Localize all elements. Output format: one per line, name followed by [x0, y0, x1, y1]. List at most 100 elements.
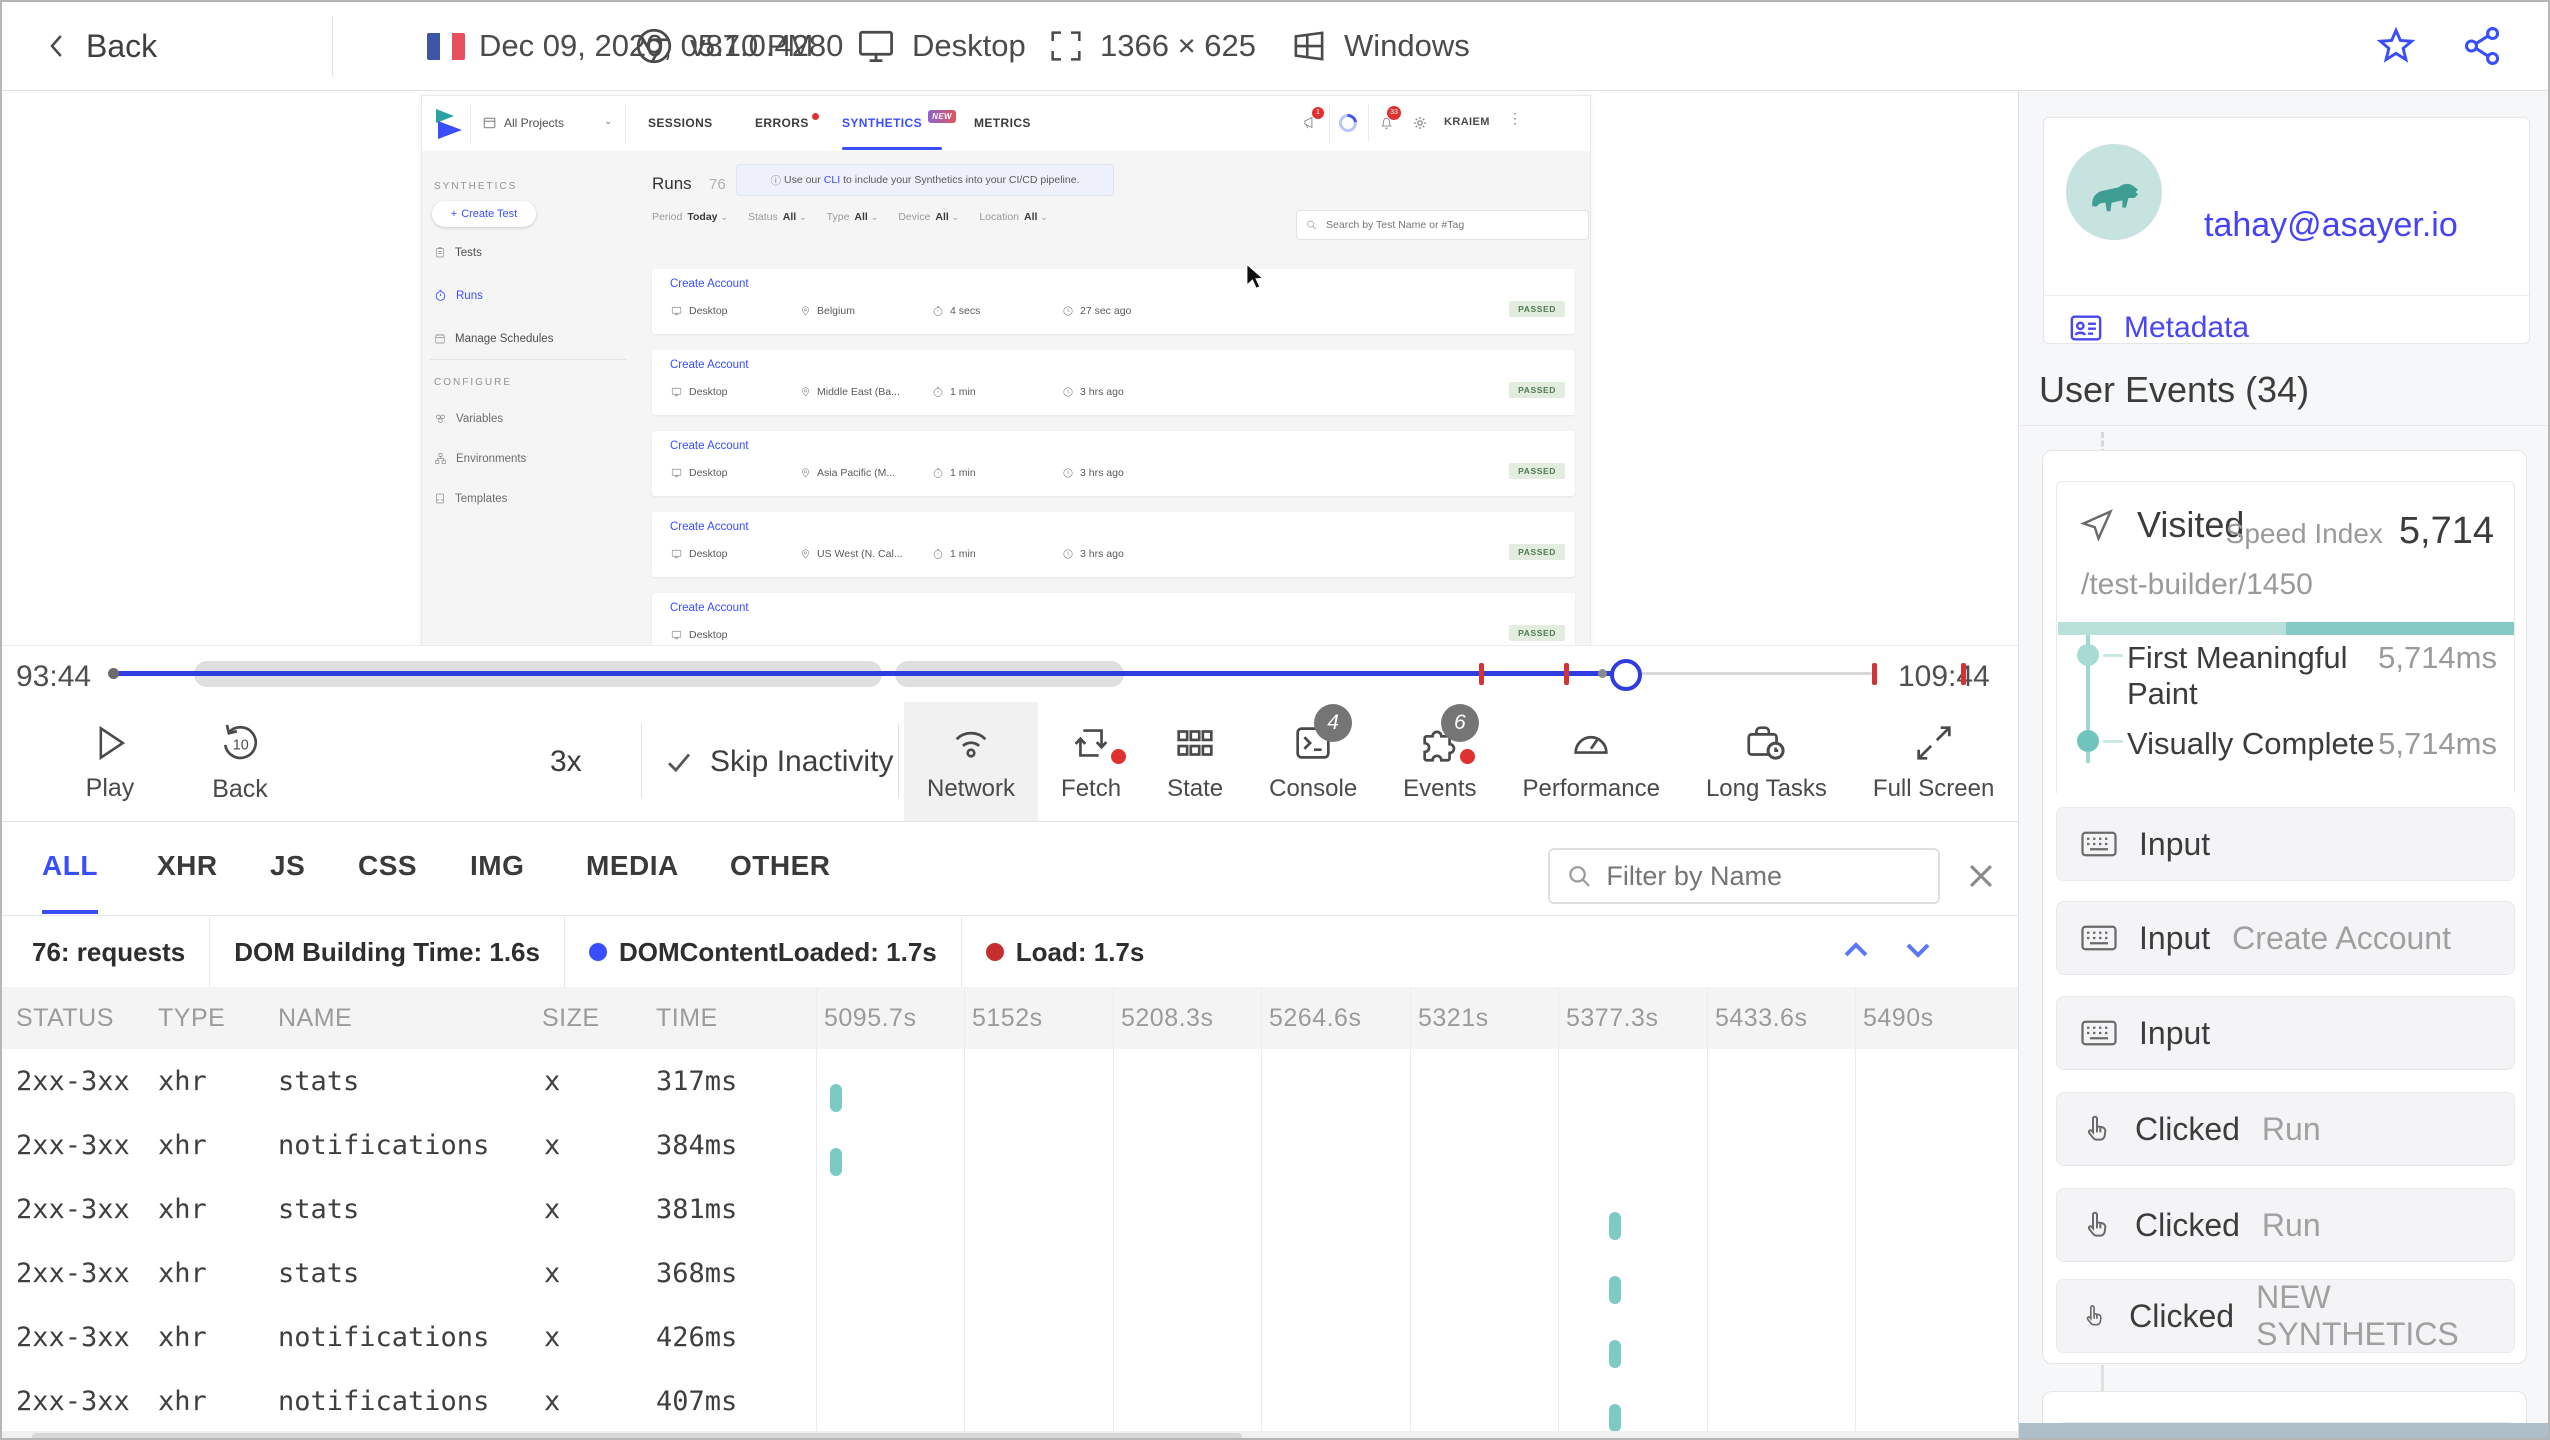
time-col: 5152s: [972, 1004, 1043, 1032]
user-email[interactable]: tahay@asayer.io: [2204, 206, 2458, 245]
back-label: Back: [86, 27, 158, 64]
tab-errors: ERRORS: [755, 113, 819, 130]
timeline-scrubber[interactable]: [1609, 659, 1642, 691]
clock-icon: [1063, 306, 1073, 316]
runs-search-input: [1324, 218, 1579, 232]
event-card-input[interactable]: Input: [2056, 807, 2515, 881]
tool-performance[interactable]: Performance: [1500, 702, 1683, 821]
monitor-icon: [859, 30, 893, 63]
tool-events[interactable]: 6 Events: [1380, 702, 1499, 821]
keyboard-icon: [2081, 925, 2117, 951]
monitor-icon: [671, 306, 682, 316]
close-panel-button[interactable]: [1964, 859, 1998, 893]
recorded-cursor: [1246, 263, 1265, 290]
filter-by-name-field[interactable]: [1548, 848, 1940, 904]
request-timing-mark: [1608, 1404, 1621, 1431]
share-button[interactable]: [2460, 2, 2506, 90]
table-row[interactable]: 2xx-3xx xhr notifications x 384ms: [2, 1113, 2018, 1177]
player-panel: 93:44 109:44 Play 10 Back 3x Skip Inacti…: [2, 645, 2018, 1438]
load-dot: [985, 943, 1004, 961]
browser-info: v87.0.4280: [632, 2, 843, 90]
back-10-button[interactable]: 10 Back: [180, 702, 300, 821]
screen-size-icon: [1051, 31, 1081, 61]
tool-long-tasks[interactable]: Long Tasks: [1683, 702, 1850, 821]
filter-by-name-input[interactable]: [1604, 859, 1922, 893]
info-icon: ⓘ: [770, 174, 782, 187]
favorite-button[interactable]: [2374, 2, 2418, 90]
scrollbar-thumb[interactable]: [32, 1433, 1242, 1438]
event-dot: [1598, 669, 1608, 678]
table-row[interactable]: 2xx-3xx xhr notifications x 426ms: [2, 1305, 2018, 1369]
net-tab-all[interactable]: ALL: [42, 821, 98, 914]
event-card-click[interactable]: Clicked NEW SYNTHETICS: [2056, 1279, 2515, 1353]
run-name-link: Create Account: [670, 440, 749, 452]
tool-console[interactable]: 4 Console: [1246, 702, 1380, 821]
vc-dot: [2077, 730, 2099, 752]
jump-down-button[interactable]: [1898, 930, 1938, 970]
event-card-click[interactable]: Clicked Run: [2056, 1188, 2515, 1262]
time-col: 5490s: [1863, 1004, 1934, 1032]
time-col: 5095.7s: [824, 1004, 917, 1032]
event-marker[interactable]: [1478, 663, 1484, 685]
run-card: Create Account Desktop Asia Pacific (M..…: [652, 431, 1575, 496]
time-col: 5321s: [1418, 1004, 1489, 1032]
net-tab-other[interactable]: OTHER: [730, 821, 831, 914]
status-badge: PASSED: [1509, 301, 1565, 317]
net-tab-img[interactable]: IMG: [470, 821, 524, 914]
environments-icon: [435, 453, 446, 464]
time-col: 5433.6s: [1715, 1004, 1808, 1032]
timeline-track[interactable]: [108, 646, 1966, 702]
runs-title: Runs: [652, 174, 692, 193]
table-row[interactable]: 2xx-3xx xhr stats x 317ms: [2, 1049, 2018, 1113]
status-badge: PASSED: [1509, 382, 1565, 398]
filter-type: Type All ⌄: [826, 211, 879, 223]
net-tab-xhr[interactable]: XHR: [157, 821, 218, 914]
project-icon: [483, 117, 496, 129]
status-badge: PASSED: [1509, 625, 1565, 641]
tool-network[interactable]: Network: [904, 702, 1039, 821]
session-replay-app: Back Dec 09, 2020, 05:10 PM v87.0.4280 D…: [0, 0, 2550, 1440]
dom-content-loaded: DOMContentLoaded: 1.7s: [618, 936, 937, 967]
metadata-button[interactable]: Metadata: [2066, 311, 2249, 345]
run-card: Create Account Desktop Belgium 4 secs 27…: [652, 269, 1575, 334]
event-card-input[interactable]: Input: [2056, 996, 2515, 1070]
tool-full-screen[interactable]: Full Screen: [1850, 702, 2017, 821]
table-row[interactable]: 2xx-3xx xhr stats x 381ms: [2, 1177, 2018, 1241]
table-row[interactable]: 2xx-3xx xhr stats x 368ms: [2, 1241, 2018, 1305]
timeline-total-time: 109:44: [1898, 660, 1990, 693]
event-marker[interactable]: [1960, 663, 1966, 685]
net-tab-css[interactable]: CSS: [358, 821, 417, 914]
run-card: Create Account Desktop Middle East (Ba..…: [652, 350, 1575, 415]
horizontal-scrollbar[interactable]: [2, 1431, 2018, 1438]
jump-up-button[interactable]: [1836, 930, 1876, 970]
skip-inactivity-toggle[interactable]: Skip Inactivity: [664, 702, 893, 821]
event-marker[interactable]: [1871, 663, 1877, 685]
player-controls: Play 10 Back 3x Skip Inactivity Network: [2, 702, 2018, 822]
net-tab-media[interactable]: MEDIA: [586, 821, 679, 914]
visited-event-card[interactable]: Visited Speed Index 5,714 /test-builder/…: [2056, 481, 2515, 793]
event-card-input[interactable]: Input Create Account: [2056, 901, 2515, 975]
tool-fetch[interactable]: Fetch: [1038, 702, 1144, 821]
timeline-start-dot: [108, 668, 119, 679]
back-button[interactable]: Back: [42, 2, 157, 90]
close-icon: [1969, 864, 1993, 888]
event-marker[interactable]: [1563, 663, 1569, 685]
event-card-click[interactable]: Clicked Run: [2056, 1092, 2515, 1166]
device-type: Desktop: [912, 28, 1026, 63]
requests-count: 76: requests: [32, 936, 186, 967]
tool-state[interactable]: State: [1144, 702, 1246, 821]
speed-toggle[interactable]: 3x: [550, 702, 582, 821]
net-tab-js[interactable]: JS: [270, 821, 305, 914]
time-col: 5208.3s: [1121, 1004, 1214, 1032]
replayed-app-topbar: All Projects ⌄ SESSIONS ERRORS SYNTHETIC…: [422, 96, 1590, 152]
network-tabs: ALL XHR JS CSS IMG MEDIA OTHER: [2, 821, 2018, 915]
user-events-title: User Events (34): [2039, 369, 2310, 410]
request-timing-mark: [1608, 1276, 1621, 1304]
svg-text:10: 10: [233, 737, 249, 753]
session-header: Back Dec 09, 2020, 05:10 PM v87.0.4280 D…: [2, 2, 2548, 91]
templates-icon: [436, 493, 444, 504]
runs-filters: Period Today ⌄ Status All ⌄ Type All ⌄ Devi…: [652, 211, 1048, 223]
run-name-link: Create Account: [670, 521, 749, 533]
table-row[interactable]: 2xx-3xx xhr notifications x 407ms: [2, 1369, 2018, 1431]
play-button[interactable]: Play: [50, 702, 170, 821]
